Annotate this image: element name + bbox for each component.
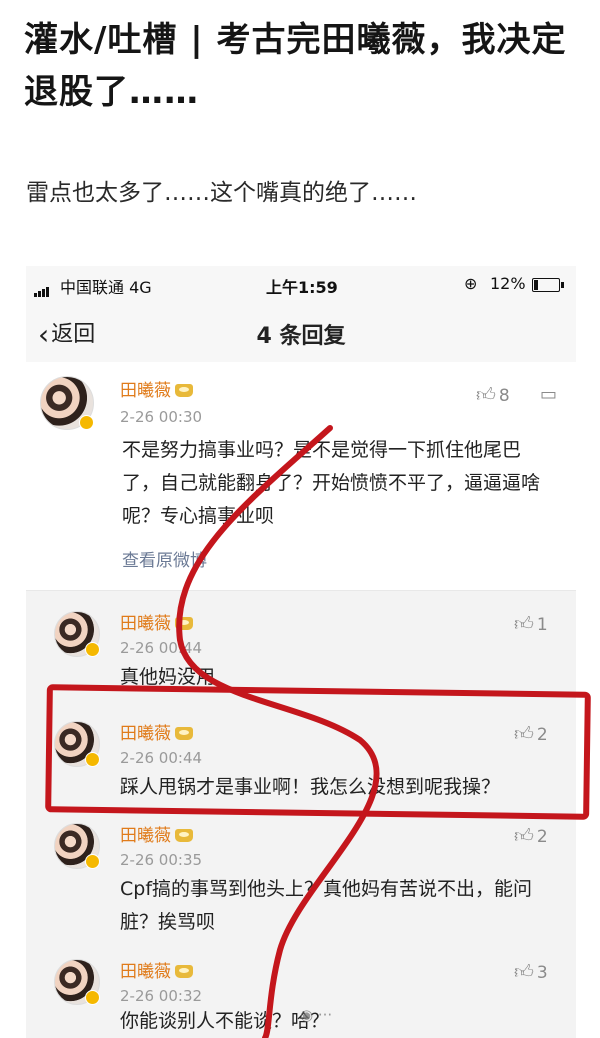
carrier-label: 中国联通 4G <box>60 278 152 297</box>
watermark-logo: ◉ ··· <box>300 1006 333 1024</box>
verified-badge-icon <box>79 415 94 430</box>
reply-text: 你能谈别人不能谈？哈？ <box>120 1010 330 1032</box>
status-time: 上午1:59 <box>266 278 338 297</box>
verified-badge-icon <box>85 642 100 657</box>
like-button[interactable]: 👍︎ 1 <box>514 613 548 636</box>
status-bar: 中国联通 4G 上午1:59 ⊕ 12% <box>26 266 576 302</box>
thumb-up-icon: 👍︎ <box>514 613 534 635</box>
avatar[interactable] <box>54 823 100 869</box>
thumb-up-icon: 👍︎ <box>514 825 534 847</box>
phone-screenshot: 中国联通 4G 上午1:59 ⊕ 12% ‹返回 4 条回复 田曦薇 2-26 … <box>26 266 576 1038</box>
reply-time: 2-26 00:44 <box>120 639 203 657</box>
like-button[interactable]: 👍︎ 8 <box>476 384 510 407</box>
signal-icon <box>34 278 50 297</box>
battery-icon <box>532 278 564 292</box>
reply-time: 2-26 00:35 <box>120 851 203 869</box>
nav-title: 4 条回复 <box>256 324 346 349</box>
like-button[interactable]: 👍︎ 3 <box>514 961 548 984</box>
like-button[interactable]: 👍︎ 2 <box>514 825 548 848</box>
post-subtitle: 雷点也太多了……这个嘴真的绝了…… <box>26 180 417 206</box>
comment-text: 不是努力搞事业吗？是不是觉得一下抓住他尾巴了，自己就能翻身了？开始愤愤不平了，逼… <box>122 439 541 527</box>
avatar[interactable] <box>54 611 100 657</box>
comment-icon[interactable]: ▭ <box>540 384 557 405</box>
reply-username[interactable]: 田曦薇 <box>120 957 193 982</box>
thumb-up-icon: 👍︎ <box>476 384 496 406</box>
avatar[interactable] <box>40 376 94 430</box>
crown-badge-icon <box>175 617 193 630</box>
comment-time: 2-26 00:30 <box>120 408 203 426</box>
nav-bar: ‹返回 4 条回复 <box>26 302 576 363</box>
crown-badge-icon <box>175 384 193 397</box>
crown-badge-icon <box>175 829 193 842</box>
reply-time: 2-26 00:32 <box>120 987 203 1005</box>
main-comment: 田曦薇 2-26 00:30 👍︎ 8 ▭ 不是努力搞事业吗？是不是觉得一下抓住他… <box>26 362 576 590</box>
crown-badge-icon <box>175 965 193 978</box>
post-title: 灌水/吐槽 | 考古完田曦薇，我决定退股了…… <box>24 20 567 112</box>
reply-username[interactable]: 田曦薇 <box>120 821 193 846</box>
verified-badge-icon <box>85 854 100 869</box>
verified-badge-icon <box>85 990 100 1005</box>
battery-percent: 12% <box>490 274 526 293</box>
red-highlight-box <box>45 684 591 820</box>
rotation-lock-icon: ⊕ <box>464 274 478 293</box>
reply-text: Cpf搞的事骂到他头上？真他妈有苦说不出，能问脏？挨骂呗 <box>120 878 533 933</box>
avatar[interactable] <box>54 959 100 1005</box>
thumb-up-icon: 👍︎ <box>514 961 534 983</box>
comment-username[interactable]: 田曦薇 <box>120 376 193 401</box>
view-original-link[interactable]: 查看原微博 <box>122 546 207 571</box>
reply-username[interactable]: 田曦薇 <box>120 609 193 634</box>
